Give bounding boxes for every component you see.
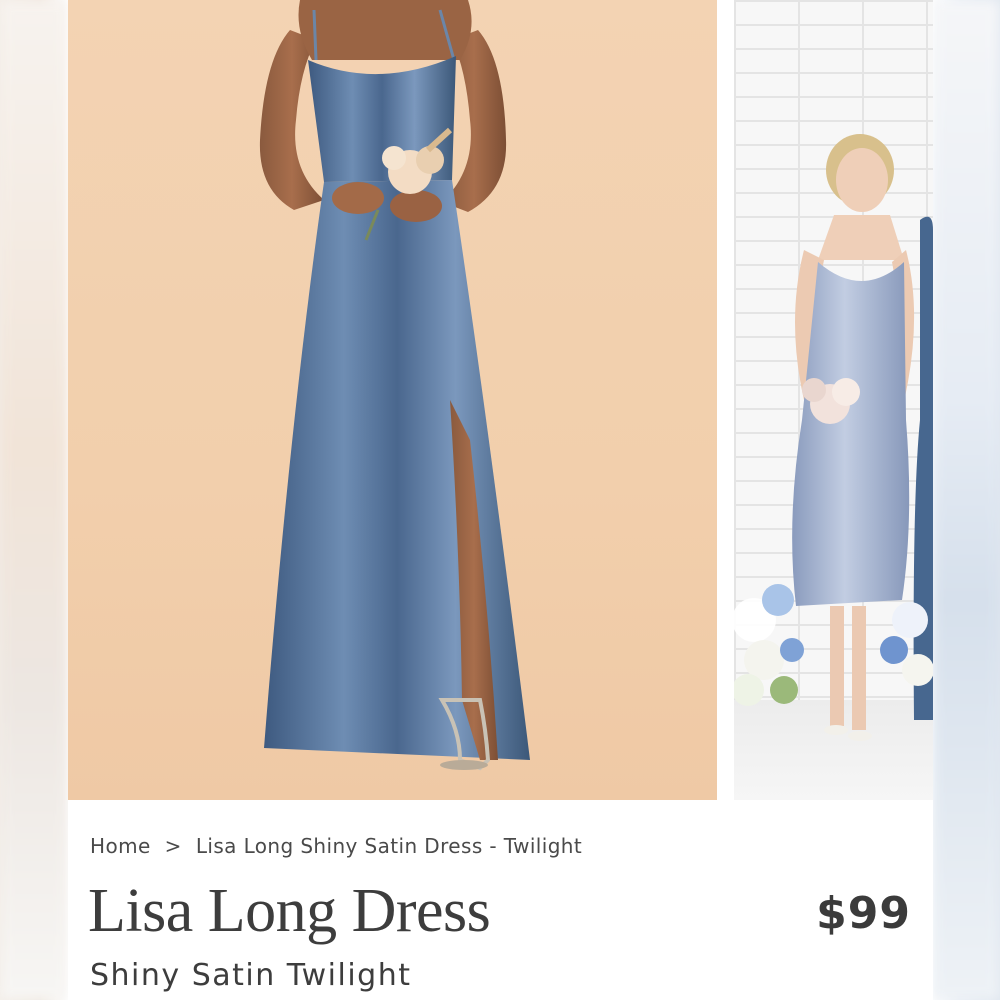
secondary-product-image[interactable] (734, 0, 933, 800)
breadcrumb-home-link[interactable]: Home (90, 834, 151, 858)
product-info-panel: Home > Lisa Long Shiny Satin Dress - Twili… (68, 800, 933, 1000)
product-subtitle: Shiny Satin Twilight (90, 958, 412, 993)
blurred-edge-left (0, 0, 68, 1000)
main-product-image[interactable] (68, 0, 717, 800)
product-title: Lisa Long Dress (88, 877, 491, 945)
model-dress-illustration (259, 0, 530, 771)
blurred-edge-right (932, 0, 1000, 1000)
breadcrumb-current-page[interactable]: Lisa Long Shiny Satin Dress - Twilight (196, 834, 582, 858)
bridesmaid-illustration (734, 134, 933, 741)
product-price: $99 (816, 888, 911, 939)
breadcrumb: Home > Lisa Long Shiny Satin Dress - Twili… (90, 834, 582, 858)
breadcrumb-separator: > (164, 834, 182, 858)
